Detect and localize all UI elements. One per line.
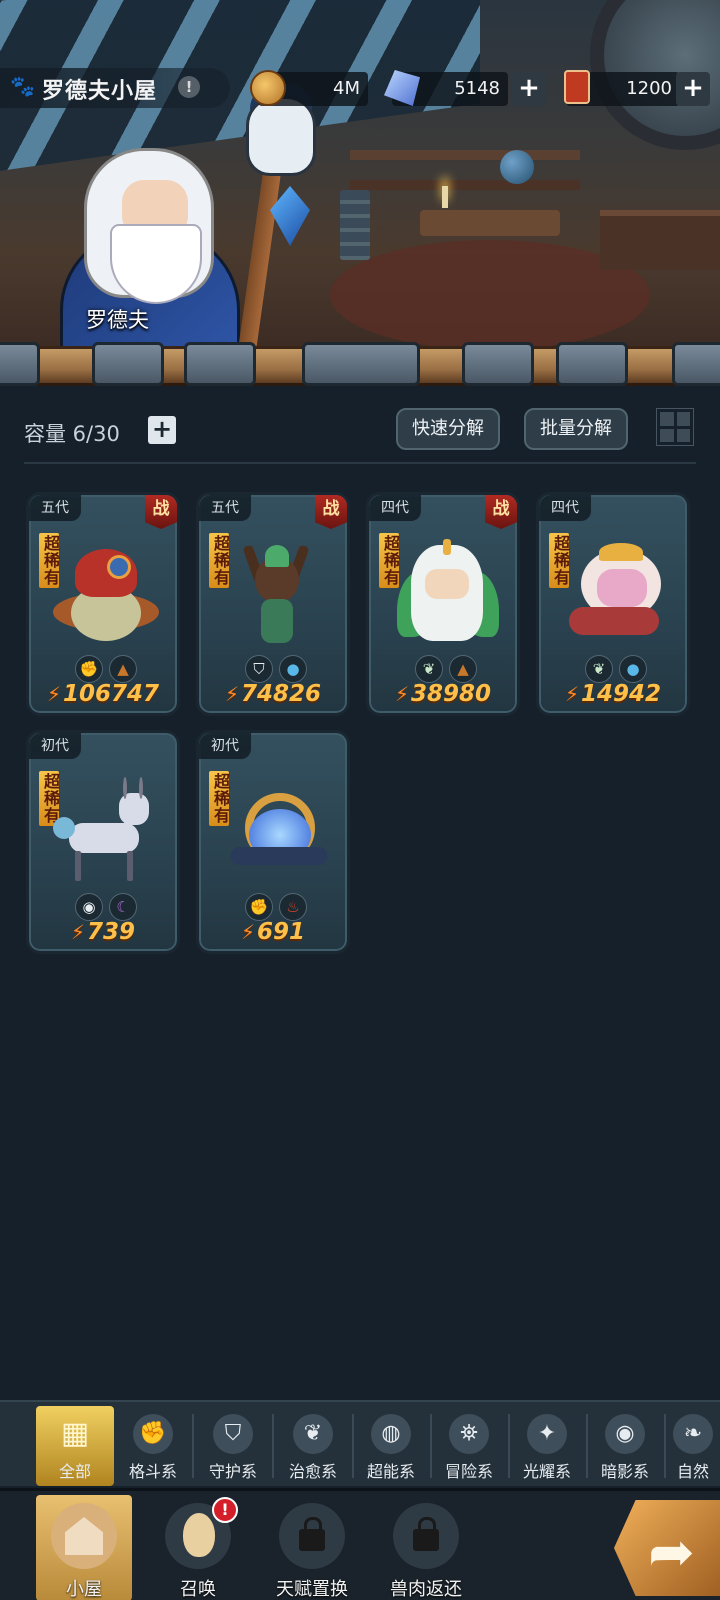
fist-icon: ✊ xyxy=(245,893,273,921)
ticket-icon xyxy=(564,70,590,104)
bookshelf xyxy=(350,150,580,160)
battle-badge: 战 xyxy=(145,495,177,529)
lock-icon xyxy=(393,1503,459,1569)
fire-icon: ♨ xyxy=(279,893,307,921)
capacity-label: 容量 6/30 xyxy=(24,422,120,446)
add-gems-button[interactable]: + xyxy=(512,72,546,106)
pet-card[interactable]: 四代 战 超稀有 ❦ ▲ ⚡38980 xyxy=(366,492,520,716)
gold-coin-icon xyxy=(250,70,286,106)
character-name: 罗德夫 xyxy=(86,308,149,332)
power-value: ⚡74826 xyxy=(224,681,322,707)
pet-caterpillar-creature xyxy=(559,535,673,653)
share-arrow-icon: ➦ xyxy=(648,1520,695,1585)
tab-adventure[interactable]: ⛯ 冒险系 xyxy=(430,1406,508,1486)
tab-guardian[interactable]: ⛉ 守护系 xyxy=(194,1406,272,1486)
bottom-nav: 小屋 ! 召唤 天赋置换 兽肉返还 xyxy=(0,1488,720,1600)
book-stack xyxy=(340,190,370,260)
pet-deer-creature xyxy=(49,773,163,891)
pet-card[interactable]: 五代 战 超稀有 ⛉ ● ⚡74826 xyxy=(196,492,350,716)
grid-view-icon[interactable] xyxy=(656,408,694,446)
nav-meat-return[interactable]: 兽肉返还 xyxy=(378,1495,474,1600)
star-icon: ✦ xyxy=(527,1414,567,1454)
pet-card[interactable]: 五代 战 超稀有 ✊ ▲ ⚡106747 xyxy=(26,492,180,716)
generation-label: 初代 xyxy=(29,733,81,759)
desk xyxy=(420,210,560,236)
power-value: ⚡691 xyxy=(240,919,306,945)
pet-card[interactable]: 四代 超稀有 ❦ ● ⚡14942 xyxy=(536,492,690,716)
earth-icon: ▲ xyxy=(449,655,477,683)
blocks-icon: ▦ xyxy=(60,1416,90,1451)
generation-label: 五代 xyxy=(29,495,81,521)
pet-card[interactable]: 初代 超稀有 ✊ ♨ ⚡691 xyxy=(196,730,350,954)
globe-icon xyxy=(500,150,534,184)
ticket-counter: 1200 xyxy=(564,70,680,106)
tab-fighting[interactable]: ✊ 格斗系 xyxy=(114,1406,192,1486)
lock-icon xyxy=(279,1503,345,1569)
paw-icon: 🐾 xyxy=(10,74,35,98)
gold-counter: 4M xyxy=(250,70,368,106)
page-title: 罗德夫小屋 xyxy=(42,79,158,104)
tab-shadow[interactable]: ◉ 暗影系 xyxy=(586,1406,664,1486)
candle-icon xyxy=(442,186,448,208)
hut-scene: 罗德夫 xyxy=(0,0,720,360)
power-value: ⚡739 xyxy=(70,919,136,945)
shield-icon: ⛉ xyxy=(213,1414,253,1454)
earth-icon: ▲ xyxy=(109,655,137,683)
info-button[interactable]: ! xyxy=(178,76,200,98)
generation-label: 五代 xyxy=(199,495,251,521)
moon-icon: ☾ xyxy=(109,893,137,921)
eye-icon: ◉ xyxy=(75,893,103,921)
quick-decompose-button[interactable]: 快速分解 xyxy=(396,408,500,450)
leaf-icon: ❧ xyxy=(673,1414,713,1454)
shield-icon: ⛉ xyxy=(245,655,273,683)
expand-capacity-button[interactable]: + xyxy=(148,416,176,444)
water-icon: ● xyxy=(279,655,307,683)
sprout-icon: ❦ xyxy=(293,1414,333,1454)
lantern-icon: ⛯ xyxy=(449,1414,489,1454)
batch-decompose-button[interactable]: 批量分解 xyxy=(524,408,628,450)
potion-shelf xyxy=(600,210,720,270)
tab-psychic[interactable]: ◍ 超能系 xyxy=(352,1406,430,1486)
power-value: ⚡106747 xyxy=(46,681,160,707)
generation-label: 四代 xyxy=(539,495,591,521)
nav-summon[interactable]: ! 召唤 xyxy=(150,1495,246,1600)
gem-counter: 5148 xyxy=(384,70,508,106)
nav-hut[interactable]: 小屋 xyxy=(36,1495,132,1600)
pet-spirit-creature xyxy=(219,773,333,891)
pet-owl-creature xyxy=(389,535,503,653)
battle-badge: 战 xyxy=(315,495,347,529)
sprout-icon: ❦ xyxy=(585,655,613,683)
tab-nature[interactable]: ❧ 自然 xyxy=(666,1406,720,1486)
generation-label: 四代 xyxy=(369,495,421,521)
category-tabs: ▦ 全部 ✊ 格斗系 ⛉ 守护系 ❦ 治愈系 ◍ 超能系 ⛯ 冒险系 ✦ 光耀系… xyxy=(0,1400,720,1486)
water-icon: ● xyxy=(619,655,647,683)
power-value: ⚡14942 xyxy=(564,681,662,707)
gem-icon xyxy=(384,70,420,106)
pet-tree-creature xyxy=(219,535,333,653)
tab-radiance[interactable]: ✦ 光耀系 xyxy=(508,1406,586,1486)
notification-badge: ! xyxy=(212,1497,238,1523)
pet-card[interactable]: 初代 超稀有 ◉ ☾ ⚡739 xyxy=(26,730,180,954)
sprout-icon: ❦ xyxy=(415,655,443,683)
add-tickets-button[interactable]: + xyxy=(676,72,710,106)
alien-icon: ◍ xyxy=(371,1414,411,1454)
nav-talent-swap[interactable]: 天赋置换 xyxy=(264,1495,360,1600)
fist-icon: ✊ xyxy=(75,655,103,683)
tab-all[interactable]: ▦ 全部 xyxy=(36,1406,114,1486)
eye-icon: ◉ xyxy=(605,1414,645,1454)
battle-badge: 战 xyxy=(485,495,517,529)
top-bar: 🐾 罗德夫小屋 ! 4M 5148 + 1200 + xyxy=(0,56,720,116)
generation-label: 初代 xyxy=(199,733,251,759)
tab-healing[interactable]: ❦ 治愈系 xyxy=(274,1406,352,1486)
fist-icon: ✊ xyxy=(133,1414,173,1454)
divider xyxy=(24,462,696,464)
house-icon xyxy=(51,1503,117,1569)
power-value: ⚡38980 xyxy=(394,681,492,707)
pet-mushroom-creature xyxy=(49,535,163,653)
